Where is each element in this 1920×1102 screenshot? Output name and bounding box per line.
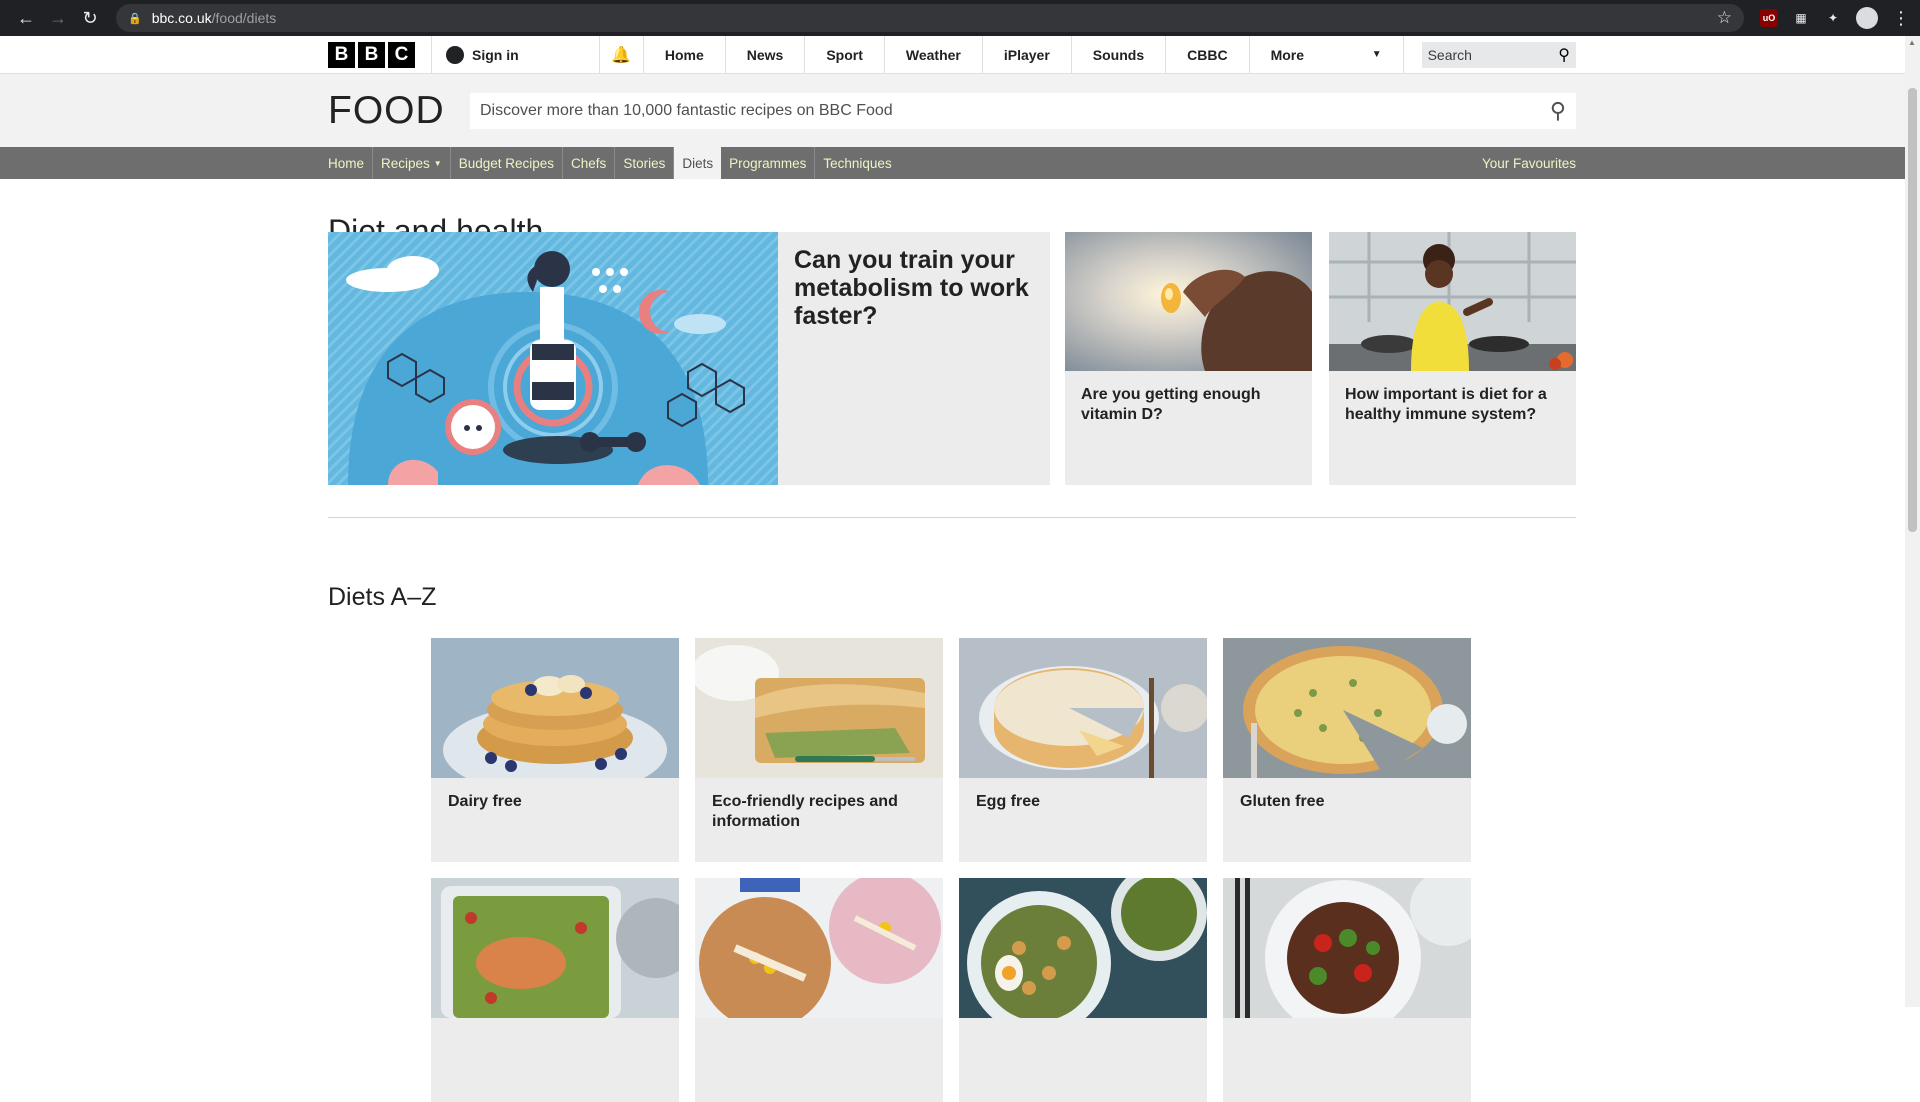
diet-card-title[interactable]: Egg free bbox=[959, 778, 1207, 826]
food-nav-diets[interactable]: Diets bbox=[674, 147, 722, 179]
food-nav-chefs[interactable]: Chefs bbox=[563, 147, 616, 179]
forward-icon[interactable]: → bbox=[42, 2, 74, 34]
section-divider bbox=[328, 517, 1576, 518]
search-icon[interactable]: ⚲ bbox=[1558, 45, 1570, 65]
more-label: More bbox=[1270, 46, 1305, 63]
extension-icon[interactable]: ▦ bbox=[1792, 9, 1810, 27]
diet-card-title[interactable]: Eco-friendly recipes and information bbox=[695, 778, 943, 846]
bbc-global-bar: BBC Sign in 🔔 Home News Sport Weather iP… bbox=[0, 36, 1905, 74]
diet-card-dairy-free[interactable]: Dairy free bbox=[431, 638, 679, 862]
ublock-extension-icon[interactable]: uO bbox=[1760, 9, 1778, 27]
global-nav-news[interactable]: News bbox=[724, 36, 805, 73]
scrollbar-thumb[interactable] bbox=[1908, 88, 1917, 532]
reload-icon[interactable]: ↻ bbox=[74, 2, 106, 34]
page-content: BBC Sign in 🔔 Home News Sport Weather iP… bbox=[0, 36, 1905, 1007]
url-path: /food/diets bbox=[211, 10, 277, 26]
sign-in-link[interactable]: Sign in bbox=[431, 36, 599, 73]
address-bar[interactable]: 🔒 bbc.co.uk/food/diets ☆ bbox=[116, 4, 1744, 32]
diets-az-heading: Diets A–Z bbox=[328, 583, 437, 611]
diet-card-title[interactable] bbox=[959, 1018, 1207, 1046]
kebab-menu-icon[interactable]: ⋮ bbox=[1892, 8, 1910, 28]
lemon-cake-image bbox=[959, 638, 1207, 778]
recipes-label: Recipes bbox=[381, 155, 430, 171]
sign-in-label: Sign in bbox=[472, 46, 519, 63]
chevron-down-icon: ▼ bbox=[1371, 49, 1382, 60]
pancakes-image bbox=[431, 638, 679, 778]
global-nav-sport[interactable]: Sport bbox=[804, 36, 884, 73]
food-header: FOOD Discover more than 10,000 fantastic… bbox=[0, 74, 1905, 147]
global-search-input[interactable]: Search ⚲ bbox=[1421, 41, 1577, 68]
diet-card-title[interactable] bbox=[431, 1018, 679, 1046]
account-icon bbox=[446, 45, 464, 64]
global-nav: Home News Sport Weather iPlayer Sounds C… bbox=[642, 36, 1404, 73]
search-icon[interactable]: ⚲ bbox=[1550, 98, 1566, 124]
featured-card-vitamin-d[interactable]: Are you getting enough vitamin D? bbox=[1065, 232, 1312, 485]
diet-card-title[interactable]: Dairy free bbox=[431, 778, 679, 826]
featured-section: Can you train your metabolism to work fa… bbox=[328, 232, 1576, 485]
global-nav-iplayer[interactable]: iPlayer bbox=[981, 36, 1071, 73]
diet-card-6[interactable] bbox=[695, 878, 943, 1102]
diet-card-gluten-free[interactable]: Gluten free bbox=[1223, 638, 1471, 862]
featured-card-immune-title[interactable]: How important is diet for a healthy immu… bbox=[1329, 371, 1576, 439]
chevron-down-icon: ▼ bbox=[433, 158, 442, 168]
global-nav-sounds[interactable]: Sounds bbox=[1070, 36, 1165, 73]
food-logo[interactable]: FOOD bbox=[328, 89, 470, 133]
lock-icon: 🔒 bbox=[128, 12, 142, 25]
recipe-search-input[interactable]: Discover more than 10,000 fantastic reci… bbox=[470, 92, 1576, 129]
diet-card-title[interactable] bbox=[1223, 1018, 1471, 1046]
profile-avatar[interactable] bbox=[1856, 7, 1878, 29]
wraps-image bbox=[695, 878, 943, 1018]
scroll-up-icon[interactable]: ▲ bbox=[1908, 38, 1916, 47]
diet-card-eco-friendly[interactable]: Eco-friendly recipes and information bbox=[695, 638, 943, 862]
diet-card-egg-free[interactable]: Egg free bbox=[959, 638, 1207, 862]
global-nav-weather[interactable]: Weather bbox=[883, 36, 982, 73]
food-nav-home[interactable]: Home bbox=[328, 147, 374, 179]
back-icon[interactable]: ← bbox=[10, 2, 42, 34]
quiche-image bbox=[1223, 638, 1471, 778]
chickpea-bowl-image bbox=[959, 878, 1207, 1018]
browser-toolbar: ← → ↻ 🔒 bbc.co.uk/food/diets ☆ uO ▦ ✦ ⋮ bbox=[0, 0, 1920, 36]
vitamin-d-capsule-image bbox=[1065, 232, 1312, 371]
featured-main-card[interactable]: Can you train your metabolism to work fa… bbox=[328, 232, 1050, 485]
diet-card-5[interactable] bbox=[431, 878, 679, 1102]
featured-main-title[interactable]: Can you train your metabolism to work fa… bbox=[778, 232, 1050, 485]
url-host: bbc.co.uk bbox=[151, 10, 212, 26]
food-nav-recipes[interactable]: Recipes ▼ bbox=[373, 147, 451, 179]
food-nav-programmes[interactable]: Programmes bbox=[721, 147, 816, 179]
cooking-woman-image bbox=[1329, 232, 1576, 371]
global-nav-more[interactable]: More ▼ bbox=[1248, 36, 1404, 73]
salmon-tray-image bbox=[431, 878, 679, 1018]
diet-card-7[interactable] bbox=[959, 878, 1207, 1102]
diet-card-title[interactable]: Gluten free bbox=[1223, 778, 1471, 826]
diet-card-8[interactable] bbox=[1223, 878, 1471, 1102]
your-favourites-link[interactable]: Your Favourites bbox=[1474, 147, 1576, 179]
food-nav: Home Recipes ▼ Budget Recipes Chefs Stori… bbox=[0, 147, 1905, 179]
food-nav-stories[interactable]: Stories bbox=[615, 147, 675, 179]
global-nav-cbbc[interactable]: CBBC bbox=[1165, 36, 1248, 73]
stir-fry-image bbox=[1223, 878, 1471, 1018]
global-nav-home[interactable]: Home bbox=[642, 36, 725, 73]
food-nav-techniques[interactable]: Techniques bbox=[815, 147, 899, 179]
notifications-bell-icon[interactable]: 🔔 bbox=[598, 36, 643, 73]
food-nav-budget-recipes[interactable]: Budget Recipes bbox=[451, 147, 564, 179]
metabolism-illustration bbox=[328, 232, 778, 485]
bbc-logo[interactable]: BBC bbox=[328, 36, 415, 73]
spinach-pie-image bbox=[695, 638, 943, 778]
featured-card-immune-system[interactable]: How important is diet for a healthy immu… bbox=[1329, 232, 1576, 485]
page-scrollbar[interactable]: ▲ bbox=[1905, 36, 1920, 1007]
recipe-search-placeholder: Discover more than 10,000 fantastic reci… bbox=[480, 101, 893, 119]
puzzle-extensions-icon[interactable]: ✦ bbox=[1824, 9, 1842, 27]
bookmark-star-icon[interactable]: ☆ bbox=[1717, 8, 1732, 28]
diet-card-title[interactable] bbox=[695, 1018, 943, 1046]
featured-card-vitamin-d-title[interactable]: Are you getting enough vitamin D? bbox=[1065, 371, 1312, 439]
global-search-placeholder: Search bbox=[1427, 46, 1472, 63]
